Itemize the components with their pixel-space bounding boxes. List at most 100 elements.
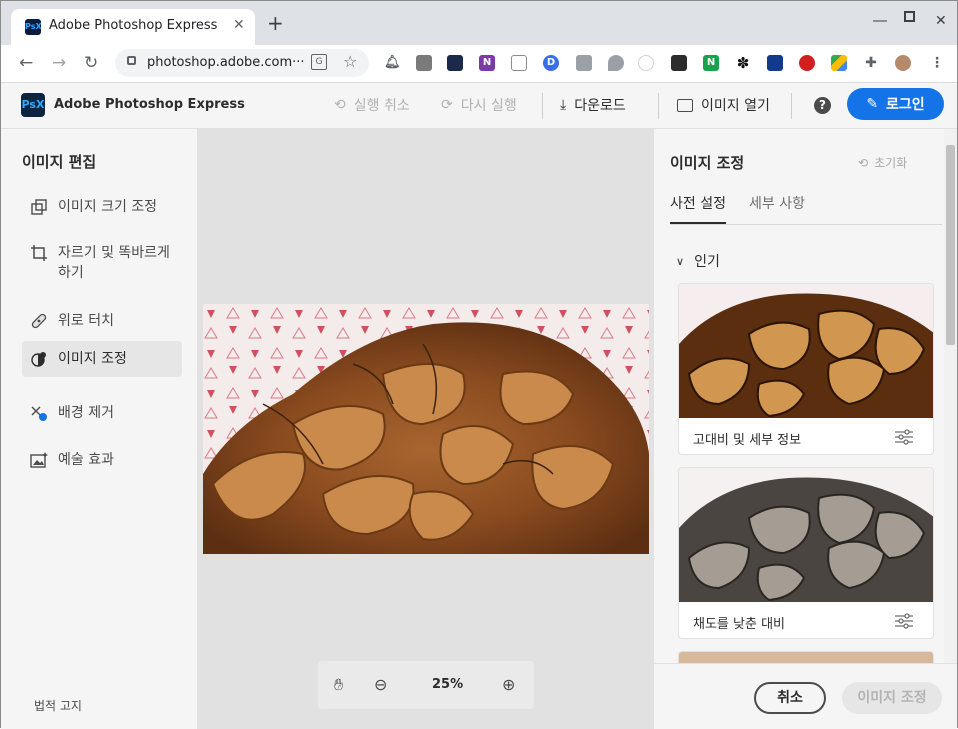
back-icon[interactable]: ← <box>19 53 33 73</box>
shield-extension-icon[interactable] <box>608 55 624 71</box>
google-drive-icon[interactable] <box>831 55 847 71</box>
office-extension-icon[interactable] <box>576 55 592 71</box>
download-icon: ⤓ <box>560 97 567 113</box>
app-header: PsX Adobe Photoshop Express ⟲ 실행 취소 ⟳ 다시… <box>1 83 957 129</box>
cancel-button[interactable]: 취소 <box>754 682 826 714</box>
zoom-out-icon[interactable]: ⊖ <box>374 675 387 694</box>
menu-item-label: 이미지 크기 조정 <box>58 199 158 215</box>
preset-card-desaturated-contrast[interactable]: 채도를 낮춘 대비 <box>678 467 934 639</box>
menu-item-touch-up[interactable]: 위로 터치 <box>22 303 182 339</box>
bandage-icon <box>31 313 47 329</box>
paw-extension-icon[interactable]: ✽ <box>735 55 751 71</box>
menu-item-label: 자르기 및 똑바르게 하기 <box>58 245 170 281</box>
camera-extension-icon[interactable] <box>416 55 432 71</box>
section-popular[interactable]: ∨ 인기 <box>676 251 720 271</box>
hand-pan-icon[interactable]: ✋︎ <box>334 675 343 695</box>
tab-details[interactable]: 세부 사항 <box>749 193 805 213</box>
settings-sliders-icon[interactable] <box>895 429 913 445</box>
chevron-down-icon: ∨ <box>676 254 685 268</box>
crop-icon <box>31 245 47 261</box>
window-extension-icon[interactable] <box>671 55 687 71</box>
undo-icon: ⟲ <box>334 97 346 113</box>
zoom-in-icon[interactable]: ⊕ <box>502 675 515 694</box>
bookmark-star-icon[interactable]: ☆ <box>343 52 357 71</box>
onenote-extension-icon[interactable]: N <box>479 55 495 71</box>
preset-thumbnail <box>679 284 933 418</box>
menu-item-resize[interactable]: 이미지 크기 조정 <box>22 189 182 225</box>
undo-label: 실행 취소 <box>353 98 410 114</box>
adjust-tabs: 사전 설정 세부 사항 <box>670 191 942 225</box>
open-image-label: 이미지 열기 <box>701 98 770 114</box>
translate-icon[interactable]: G <box>311 54 327 70</box>
reset-button[interactable]: ⟲ 초기화 <box>858 154 907 171</box>
analytics-extension-icon[interactable] <box>447 55 463 71</box>
download-button[interactable]: ⤓ 다운로드 <box>560 95 626 115</box>
photoshop-express-favicon: PsX <box>25 19 42 35</box>
redo-icon: ⟳ <box>441 97 453 113</box>
menu-item-label: 위로 터치 <box>58 313 114 329</box>
edit-tools-panel: 이미지 편집 이미지 크기 조정 자르기 및 똑바르게 하기 위로 터치 이미지… <box>1 129 198 729</box>
active-tab-indicator <box>670 222 726 224</box>
app-name: Adobe Photoshop Express <box>54 97 245 112</box>
red-extension-icon[interactable] <box>799 55 815 71</box>
n-extension-icon[interactable]: N <box>703 55 719 71</box>
download-label: 다운로드 <box>574 98 626 114</box>
login-button[interactable]: ✎ 로그인 <box>847 88 944 120</box>
extensions-puzzle-icon[interactable]: ✚ <box>863 55 879 71</box>
settings-sliders-icon[interactable] <box>895 613 913 629</box>
header-divider <box>658 93 659 119</box>
adjust-image-panel: 이미지 조정 ⟲ 초기화 사전 설정 세부 사항 ∨ 인기 고대비 및 세부 정… <box>654 129 957 729</box>
apply-adjust-button[interactable]: 이미지 조정 <box>842 682 942 714</box>
preset-card-high-contrast[interactable]: 고대비 및 세부 정보 <box>678 283 934 455</box>
menu-item-crop[interactable]: 자르기 및 똑바르게 하기 <box>22 235 182 291</box>
undo-button[interactable]: ⟲ 실행 취소 <box>334 95 410 115</box>
help-icon[interactable]: ? <box>814 97 831 114</box>
scrollbar-thumb[interactable] <box>946 145 955 345</box>
forward-icon[interactable]: → <box>52 53 66 73</box>
menu-item-adjust[interactable]: 이미지 조정 <box>22 341 182 377</box>
new-tab-icon[interactable]: + <box>267 13 284 33</box>
panel-scrollbar[interactable] <box>944 129 957 663</box>
login-label: 로그인 <box>886 97 925 113</box>
open-image-button[interactable]: 이미지 열기 <box>677 95 770 115</box>
url-text: photoshop.adobe.com··· <box>147 55 305 70</box>
profile-avatar[interactable] <box>895 55 911 71</box>
tab-presets[interactable]: 사전 설정 <box>670 193 726 213</box>
lock-icon <box>127 56 136 65</box>
menu-item-label: 이미지 조정 <box>58 351 127 367</box>
preset-thumbnail <box>679 468 933 602</box>
menu-item-remove-background[interactable]: 배경 제거 <box>22 395 182 431</box>
maximize-icon[interactable] <box>904 11 915 22</box>
image-canvas[interactable]: ✋︎ ⊖ 25% ⊕ <box>198 129 654 729</box>
photoshop-express-logo[interactable]: PsX <box>21 93 45 117</box>
menu-item-label: 예술 효과 <box>58 452 114 468</box>
section-label: 인기 <box>694 254 720 270</box>
browser-window: PsX Adobe Photoshop Express ✕ + ― ✕ ← → … <box>0 0 958 729</box>
legal-notice-link[interactable]: 법적 고지 <box>34 697 82 714</box>
address-bar[interactable]: photoshop.adobe.com··· G ☆ <box>115 49 369 77</box>
tab-strip: PsX Adobe Photoshop Express ✕ + ― ✕ <box>1 1 957 45</box>
tab-extension-icon[interactable] <box>511 55 527 71</box>
browser-toolbar: ← → ↻ photoshop.adobe.com··· G ☆ 🔔︎ N D … <box>1 45 957 83</box>
close-tab-icon[interactable]: ✕ <box>233 17 245 33</box>
redo-button[interactable]: ⟳ 다시 실행 <box>441 95 517 115</box>
edit-icon: ✎ <box>866 96 879 112</box>
bell-icon[interactable]: 🔔︎ <box>384 55 401 71</box>
menu-item-artistic-effects[interactable]: 예술 효과 <box>22 442 182 478</box>
background-remove-icon <box>31 406 47 421</box>
reload-icon[interactable]: ↻ <box>84 53 98 73</box>
wave-extension-icon[interactable] <box>767 55 783 71</box>
adjust-icon <box>31 352 46 367</box>
redo-label: 다시 실행 <box>460 98 517 114</box>
browser-menu-icon[interactable]: ⋮ <box>929 55 945 71</box>
minimize-icon[interactable]: ― <box>873 13 887 29</box>
close-window-icon[interactable]: ✕ <box>935 13 947 29</box>
artistic-effect-icon <box>30 452 48 468</box>
edited-photo <box>203 304 649 554</box>
pen-extension-icon[interactable] <box>638 55 654 71</box>
browser-tab[interactable]: PsX Adobe Photoshop Express ✕ <box>11 9 255 45</box>
d-extension-icon[interactable]: D <box>543 55 559 71</box>
reset-icon: ⟲ <box>858 155 869 170</box>
header-divider <box>791 93 792 119</box>
panel-title: 이미지 편집 <box>22 153 97 171</box>
